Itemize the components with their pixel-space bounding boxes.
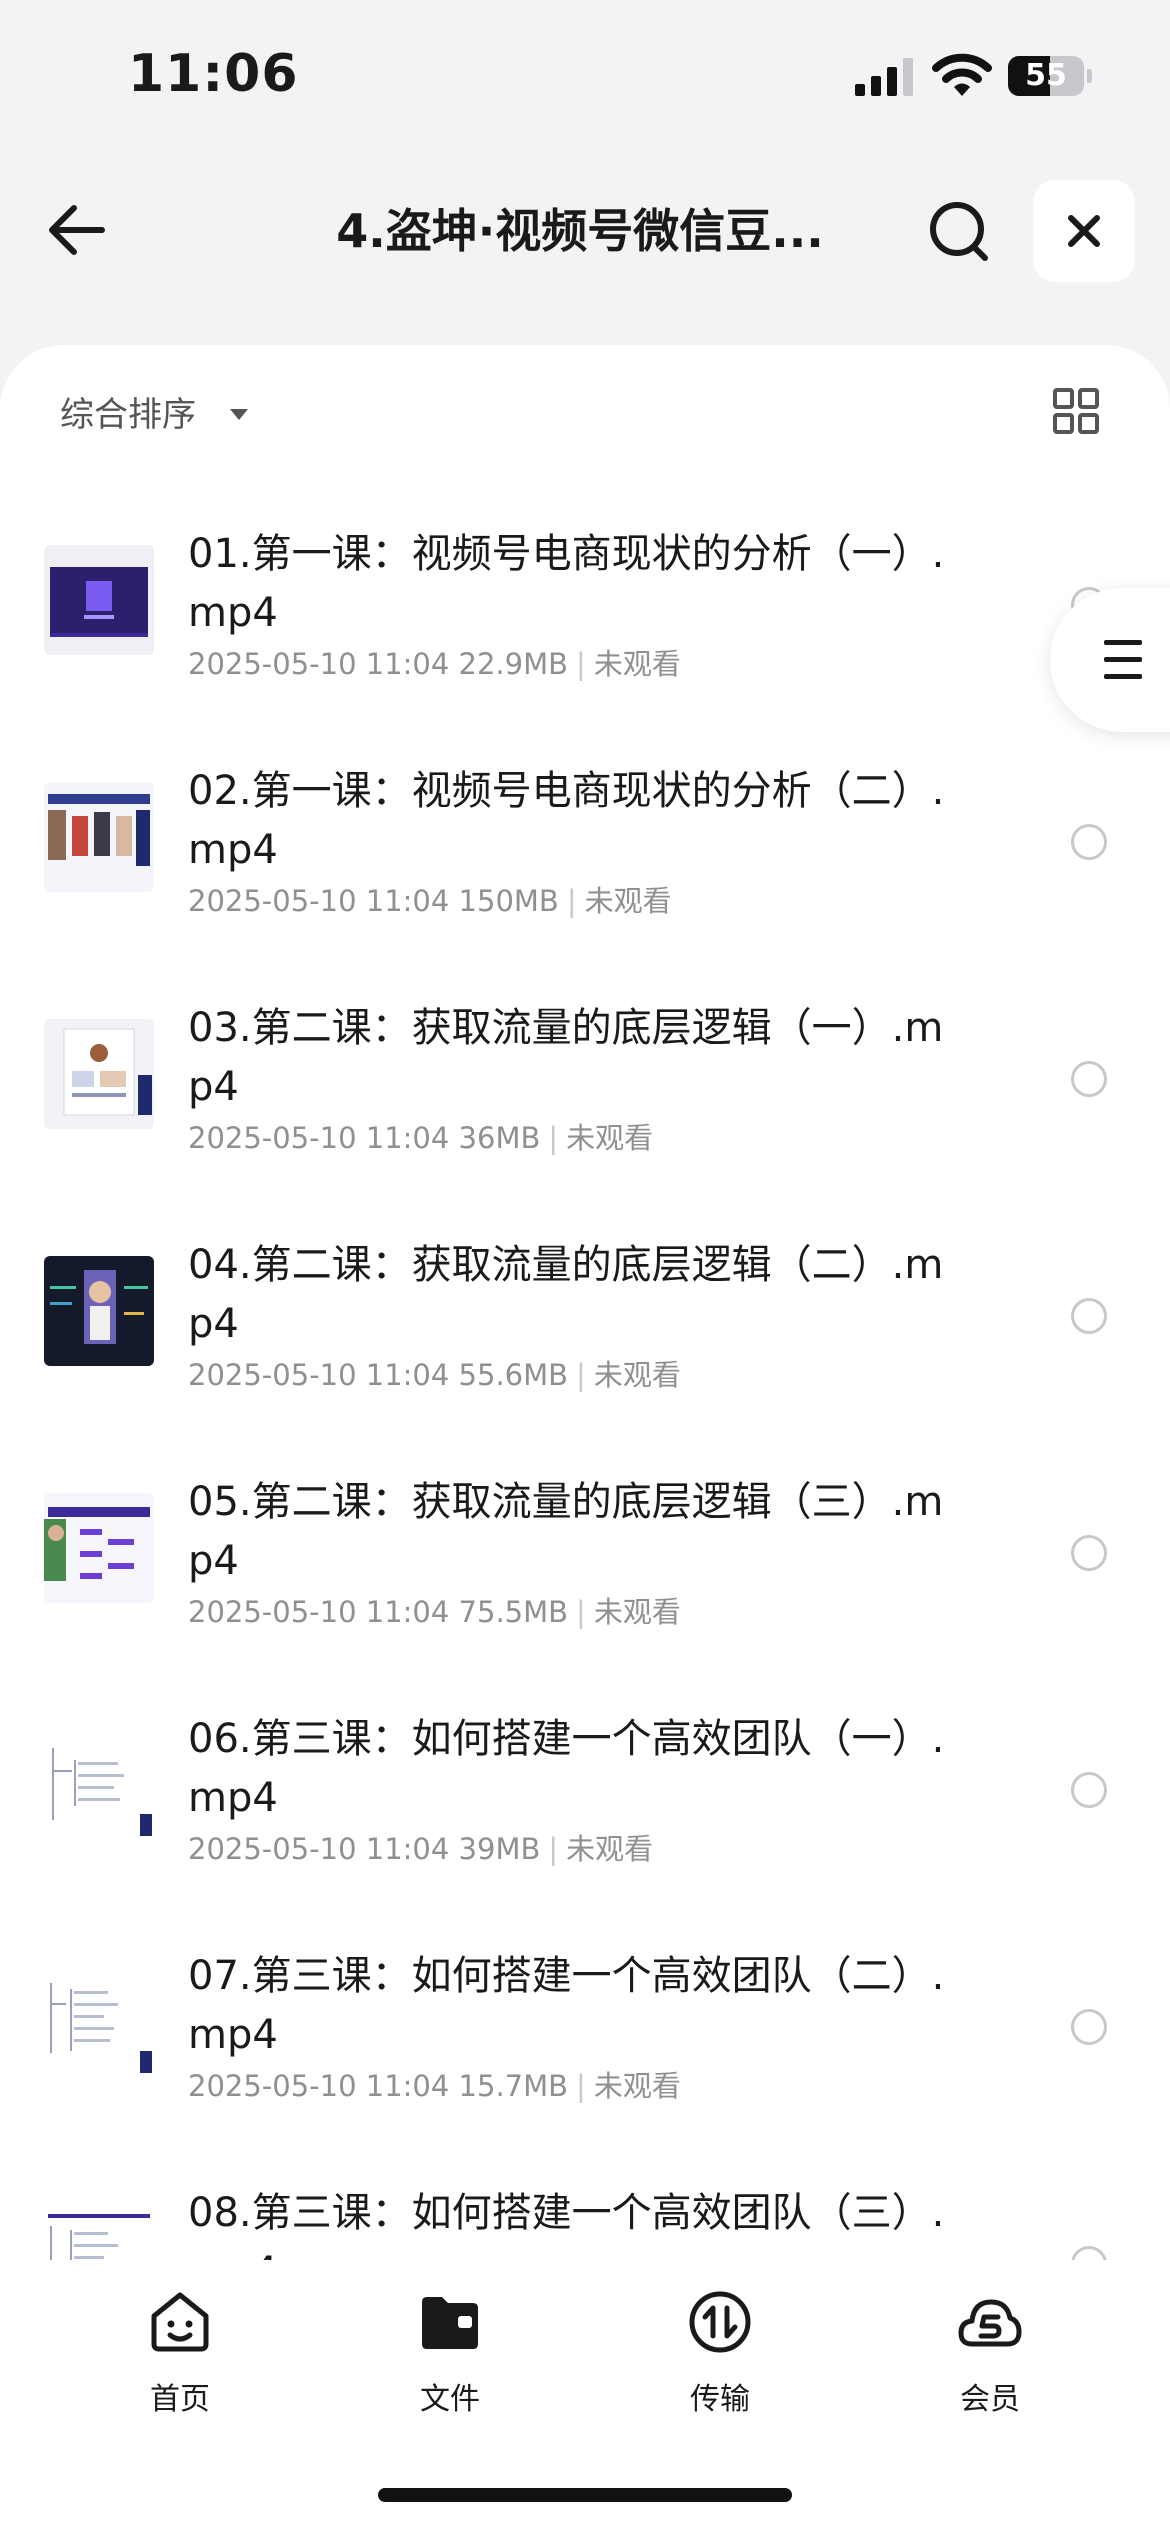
select-radio[interactable] (1071, 1535, 1107, 1571)
file-row[interactable]: 07.第三课：如何搭建一个高效团队（二）.mp4 2025-05-10 11:0… (0, 1907, 1170, 2144)
file-meta: 2025-05-10 11:04 36MB | 未观看 (188, 1121, 654, 1155)
tab-label: 文件 (420, 2382, 480, 2417)
select-radio[interactable] (1071, 824, 1107, 860)
file-size: 55.6MB (458, 1358, 569, 1392)
tab-home[interactable]: 首页 (90, 2290, 270, 2417)
file-row[interactable]: 06.第三课：如何搭建一个高效团队（一）.mp4 2025-05-10 11:0… (0, 1670, 1170, 1907)
sort-dropdown[interactable]: 综合排序 (60, 387, 196, 436)
battery-percent: 55 (1025, 58, 1067, 93)
tab-label: 会员 (960, 2382, 1020, 2417)
search-icon[interactable] (925, 196, 995, 266)
file-date: 2025-05-10 11:04 (188, 2069, 450, 2103)
tab-files[interactable]: 文件 (360, 2290, 540, 2417)
folder-icon (422, 2297, 478, 2349)
tab-label: 传输 (690, 2382, 750, 2417)
wifi-icon (932, 53, 992, 96)
video-thumbnail (44, 1493, 154, 1603)
battery-icon: 55 (1008, 56, 1092, 96)
tab-transfer[interactable]: 传输 (630, 2290, 810, 2417)
file-size: 150MB (458, 884, 559, 918)
file-row[interactable]: 02.第一课：视频号电商现状的分析（二）.mp4 2025-05-10 11:0… (0, 722, 1170, 959)
home-indicator (378, 2488, 792, 2502)
file-size: 75.5MB (458, 1595, 569, 1629)
file-name: 05.第二课：获取流量的底层逻辑（三）.mp4 (188, 1479, 944, 1584)
select-radio[interactable] (1071, 1298, 1107, 1334)
video-thumbnail (44, 1967, 154, 2077)
watch-status: 未观看 (593, 2069, 681, 2103)
transfer-icon (689, 2291, 751, 2353)
file-name: 07.第三课：如何搭建一个高效团队（二）.mp4 (188, 1953, 945, 2058)
page-title: 4.盗坤·视频号微信豆... (336, 204, 824, 258)
file-row[interactable]: 03.第二课：获取流量的底层逻辑（一）.mp4 2025-05-10 11:04… (0, 959, 1170, 1196)
tab-label: 首页 (150, 2382, 210, 2417)
file-row[interactable]: 05.第二课：获取流量的底层逻辑（三）.mp4 2025-05-10 11:04… (0, 1433, 1170, 1670)
arrow-left-icon[interactable] (44, 195, 114, 265)
file-date: 2025-05-10 11:04 (188, 1832, 450, 1866)
file-name: 04.第二课：获取流量的底层逻辑（二）.mp4 (188, 1242, 944, 1347)
file-size: 39MB (458, 1832, 541, 1866)
close-button[interactable] (1033, 180, 1135, 282)
file-meta: 2025-05-10 11:04 55.6MB | 未观看 (188, 1358, 681, 1392)
watch-status: 未观看 (566, 1832, 654, 1866)
menu-icon (1104, 640, 1142, 679)
video-thumbnail (44, 2204, 154, 2260)
file-name: 03.第二课：获取流量的底层逻辑（一）.mp4 (188, 1005, 944, 1110)
file-date: 2025-05-10 11:04 (188, 647, 450, 681)
file-sheet: 综合排序 01.第一课：视频号电商现状的分析（一）.mp4 2025-05-10… (0, 345, 1170, 2260)
tab-vip[interactable]: 会员 (900, 2290, 1080, 2417)
file-size: 15.7MB (458, 2069, 569, 2103)
select-radio[interactable] (1071, 1772, 1107, 1808)
smiley-home-icon (151, 2292, 209, 2352)
file-meta: 2025-05-10 11:04 39MB | 未观看 (188, 1832, 654, 1866)
watch-status: 未观看 (584, 884, 672, 918)
cellular-signal-icon (855, 58, 913, 96)
watch-status: 未观看 (566, 1121, 654, 1155)
file-size: 22.9MB (458, 647, 569, 681)
watch-status: 未观看 (593, 1595, 681, 1629)
sort-toolbar: 综合排序 (0, 345, 1170, 485)
video-thumbnail (44, 1256, 154, 1366)
video-thumbnail (44, 1730, 154, 1840)
file-size: 36MB (458, 1121, 541, 1155)
video-thumbnail (44, 782, 154, 892)
file-name: 08.第三课：如何搭建一个高效团队（三）.mp4 (188, 2190, 945, 2260)
file-meta: 2025-05-10 11:04 150MB | 未观看 (188, 884, 672, 918)
close-icon (1068, 215, 1100, 247)
file-meta: 2025-05-10 11:04 15.7MB | 未观看 (188, 2069, 681, 2103)
video-thumbnail (44, 1019, 154, 1129)
select-radio[interactable] (1071, 2246, 1107, 2260)
file-date: 2025-05-10 11:04 (188, 1595, 450, 1629)
file-date: 2025-05-10 11:04 (188, 884, 450, 918)
file-row[interactable]: 08.第三课：如何搭建一个高效团队（三）.mp4 (0, 2144, 1170, 2260)
file-meta: 2025-05-10 11:04 22.9MB | 未观看 (188, 647, 681, 681)
status-time: 11:06 (128, 44, 299, 104)
file-date: 2025-05-10 11:04 (188, 1358, 450, 1392)
watch-status: 未观看 (593, 647, 681, 681)
file-name: 01.第一课：视频号电商现状的分析（一）.mp4 (188, 531, 945, 636)
grid-view-icon[interactable] (1052, 387, 1100, 435)
file-name: 06.第三课：如何搭建一个高效团队（一）.mp4 (188, 1716, 945, 1821)
watch-status: 未观看 (593, 1358, 681, 1392)
file-meta: 2025-05-10 11:04 75.5MB | 未观看 (188, 1595, 681, 1629)
file-row[interactable]: 04.第二课：获取流量的底层逻辑（二）.mp4 2025-05-10 11:04… (0, 1196, 1170, 1433)
file-date: 2025-05-10 11:04 (188, 1121, 450, 1155)
select-radio[interactable] (1071, 1061, 1107, 1097)
video-thumbnail (44, 545, 154, 655)
caret-down-icon[interactable] (228, 407, 250, 421)
file-name: 02.第一课：视频号电商现状的分析（二）.mp4 (188, 768, 945, 873)
file-row[interactable]: 01.第一课：视频号电商现状的分析（一）.mp4 2025-05-10 11:0… (0, 485, 1170, 722)
cloud-vip-icon (958, 2299, 1022, 2347)
select-radio[interactable] (1071, 2009, 1107, 2045)
status-bar: 11:06 55 (0, 0, 1170, 150)
